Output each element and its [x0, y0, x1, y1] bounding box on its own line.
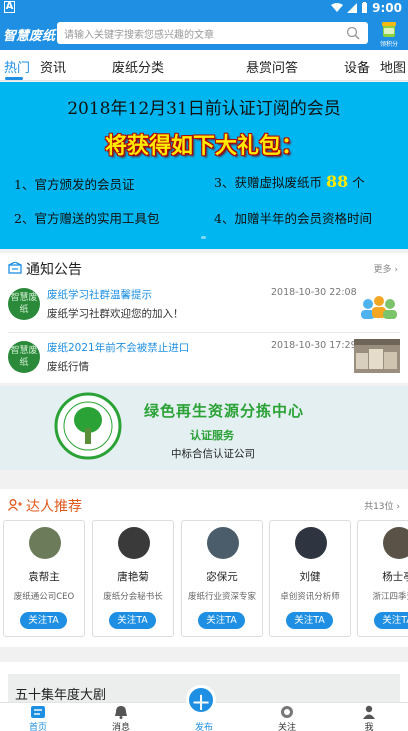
expert-card[interactable]: 杨士亭 浙江四季资源 关注TA	[357, 520, 408, 637]
person-icon	[363, 705, 375, 719]
nav-follow[interactable]: 关注	[257, 703, 317, 731]
nav-messages[interactable]: 消息	[91, 703, 151, 731]
nav-publish-label: 发布	[194, 723, 213, 731]
expert-card[interactable]: 唐艳菊 废纸分会秘书长 关注TA	[92, 520, 174, 637]
article-title: 五十集年度大剧	[15, 688, 107, 703]
expert-desc: 废纸行业资深专家	[187, 592, 256, 602]
expert-desc: 废纸通公司CEO	[13, 592, 75, 602]
banner-item-1: 1、官方颁发的会员证	[14, 177, 135, 192]
tab-map[interactable]: 地图	[380, 57, 406, 76]
follow-button[interactable]: 关注TA	[286, 612, 333, 629]
home-icon	[31, 706, 45, 718]
notice-item[interactable]: 智慧废纸 废纸2021年前不会被禁止进口 2018-10-30 17:29 废纸…	[0, 337, 408, 383]
avatar	[29, 527, 61, 559]
active-tab-indicator	[5, 77, 23, 80]
bottom-navigation: 首页 消息 + 发布 关注 我	[0, 685, 408, 731]
follow-button[interactable]: 关注TA	[198, 612, 245, 629]
banner-item-3: 3、获赠虚拟废纸币 88 个	[214, 172, 365, 191]
nav-me[interactable]: 我	[339, 703, 399, 731]
notice-item[interactable]: 智慧废纸 废纸学习社群温馨提示 2018-10-30 22:08 废纸学习社群欢…	[0, 284, 408, 330]
search-icon[interactable]	[346, 26, 360, 40]
expert-name: 唐艳菊	[117, 571, 149, 583]
gift-jar-icon	[382, 22, 396, 37]
follow-button[interactable]: 关注TA	[20, 612, 67, 629]
nav-follow-label: 关注	[277, 723, 296, 731]
notice-item-date: 2018-10-30 17:29	[271, 340, 357, 351]
notice-title: 通知公告	[26, 262, 82, 278]
banner-item-2: 2、官方赠送的实用工具包	[14, 211, 160, 226]
ad-subtitle: 认证服务	[190, 429, 234, 442]
signin-label: 领积分	[379, 41, 398, 48]
app-header: 智慧废纸 请输入关键字搜索您感兴趣的文章 领积分	[0, 16, 408, 50]
battery-icon	[362, 2, 368, 13]
status-bar: A 9:00	[0, 0, 408, 16]
community-people-icon	[361, 296, 397, 319]
banner-item-4: 4、加赠半年的会员资格时间	[214, 211, 372, 226]
expert-desc: 废纸分会秘书长	[103, 592, 163, 602]
expert-card[interactable]: 宓保元 废纸行业资深专家 关注TA	[181, 520, 263, 637]
ad-title: 绿色再生资源分拣中心	[144, 402, 305, 420]
nav-me-label: 我	[364, 723, 374, 731]
expert-card[interactable]: 袁帮主 废纸通公司CEO 关注TA	[3, 520, 85, 637]
category-tabs: 热门 资讯 废纸分类 悬赏问答 设备 地图	[0, 50, 408, 81]
avatar	[383, 527, 408, 559]
search-input[interactable]: 请输入关键字搜索您感兴趣的文章	[57, 22, 368, 44]
status-time: 9:00	[372, 1, 402, 15]
notice-avatar: 智慧废纸	[8, 288, 40, 320]
banner-page-indicator	[201, 236, 206, 239]
nav-home-label: 首页	[28, 723, 47, 731]
wifi-icon	[331, 3, 344, 12]
tab-news[interactable]: 资讯	[40, 57, 66, 76]
expert-name: 宓保元	[206, 571, 238, 583]
follow-button[interactable]: 关注TA	[374, 612, 408, 629]
nav-publish[interactable]: + 发布	[174, 685, 234, 731]
notice-item-desc: 废纸学习社群欢迎您的加入！	[47, 308, 184, 320]
person-add-icon	[8, 499, 22, 511]
notice-item-desc: 废纸行情	[47, 361, 89, 373]
notification-icon: A	[4, 1, 15, 13]
signin-points-button[interactable]: 领积分	[376, 17, 402, 49]
avatar	[207, 527, 239, 559]
banner-highlight: 88	[325, 172, 349, 191]
ad-company: 中标合信认证公司	[171, 448, 255, 460]
avatar	[118, 527, 150, 559]
expert-desc: 卓创资讯分析师	[280, 592, 340, 602]
app-logo: 智慧废纸	[3, 29, 56, 44]
avatar	[295, 527, 327, 559]
follow-button[interactable]: 关注TA	[109, 612, 156, 629]
expert-desc: 浙江四季资源	[372, 592, 408, 602]
notice-item-title[interactable]: 废纸学习社群温馨提示	[47, 287, 152, 302]
experts-count-link[interactable]: 共13位 ›	[364, 499, 400, 512]
notice-avatar: 智慧废纸	[8, 341, 40, 373]
notice-section: 通知公告 更多 › 智慧废纸 废纸学习社群温馨提示 2018-10-30 22:…	[0, 253, 408, 383]
signal-icon	[347, 3, 358, 13]
banner-subheadline: 将获得如下大礼包：	[104, 133, 303, 159]
banner-headline: 2018年12月31日前认证订阅的会员	[67, 99, 341, 119]
notice-item-date: 2018-10-30 22:08	[271, 287, 357, 298]
expert-name: 刘健	[299, 571, 321, 583]
announcement-icon	[8, 262, 22, 274]
nav-messages-label: 消息	[111, 723, 130, 731]
notice-more-link[interactable]: 更多 ›	[374, 262, 398, 275]
nav-home[interactable]: 首页	[8, 703, 68, 731]
warehouse-photo-thumbnail	[354, 339, 400, 373]
expert-recommend-section: 达人推荐 共13位 › 袁帮主 废纸通公司CEO 关注TA 唐艳菊 废纸分会秘书…	[0, 489, 408, 647]
plus-icon[interactable]: +	[186, 685, 216, 716]
tab-hot[interactable]: 热门	[4, 57, 30, 76]
tree-seal-logo	[54, 392, 122, 460]
search-placeholder: 请输入关键字搜索您感兴趣的文章	[64, 30, 214, 41]
expert-card[interactable]: 刘健 卓创资讯分析师 关注TA	[269, 520, 351, 637]
follow-icon	[281, 706, 293, 718]
tab-equipment[interactable]: 设备	[344, 57, 370, 76]
expert-name: 袁帮主	[28, 571, 60, 583]
tab-reward-qa[interactable]: 悬赏问答	[246, 57, 298, 76]
notice-item-title[interactable]: 废纸2021年前不会被禁止进口	[47, 340, 189, 355]
promo-banner[interactable]: 2018年12月31日前认证订阅的会员 将获得如下大礼包： 1、官方颁发的会员证…	[0, 82, 408, 249]
expert-name: 杨士亭	[382, 571, 408, 583]
tab-paper-category[interactable]: 废纸分类	[112, 57, 164, 76]
bell-icon	[115, 706, 127, 719]
experts-title: 达人推荐	[26, 499, 82, 515]
ad-banner[interactable]: 绿色再生资源分拣中心 认证服务 中标合信认证公司	[0, 386, 408, 470]
